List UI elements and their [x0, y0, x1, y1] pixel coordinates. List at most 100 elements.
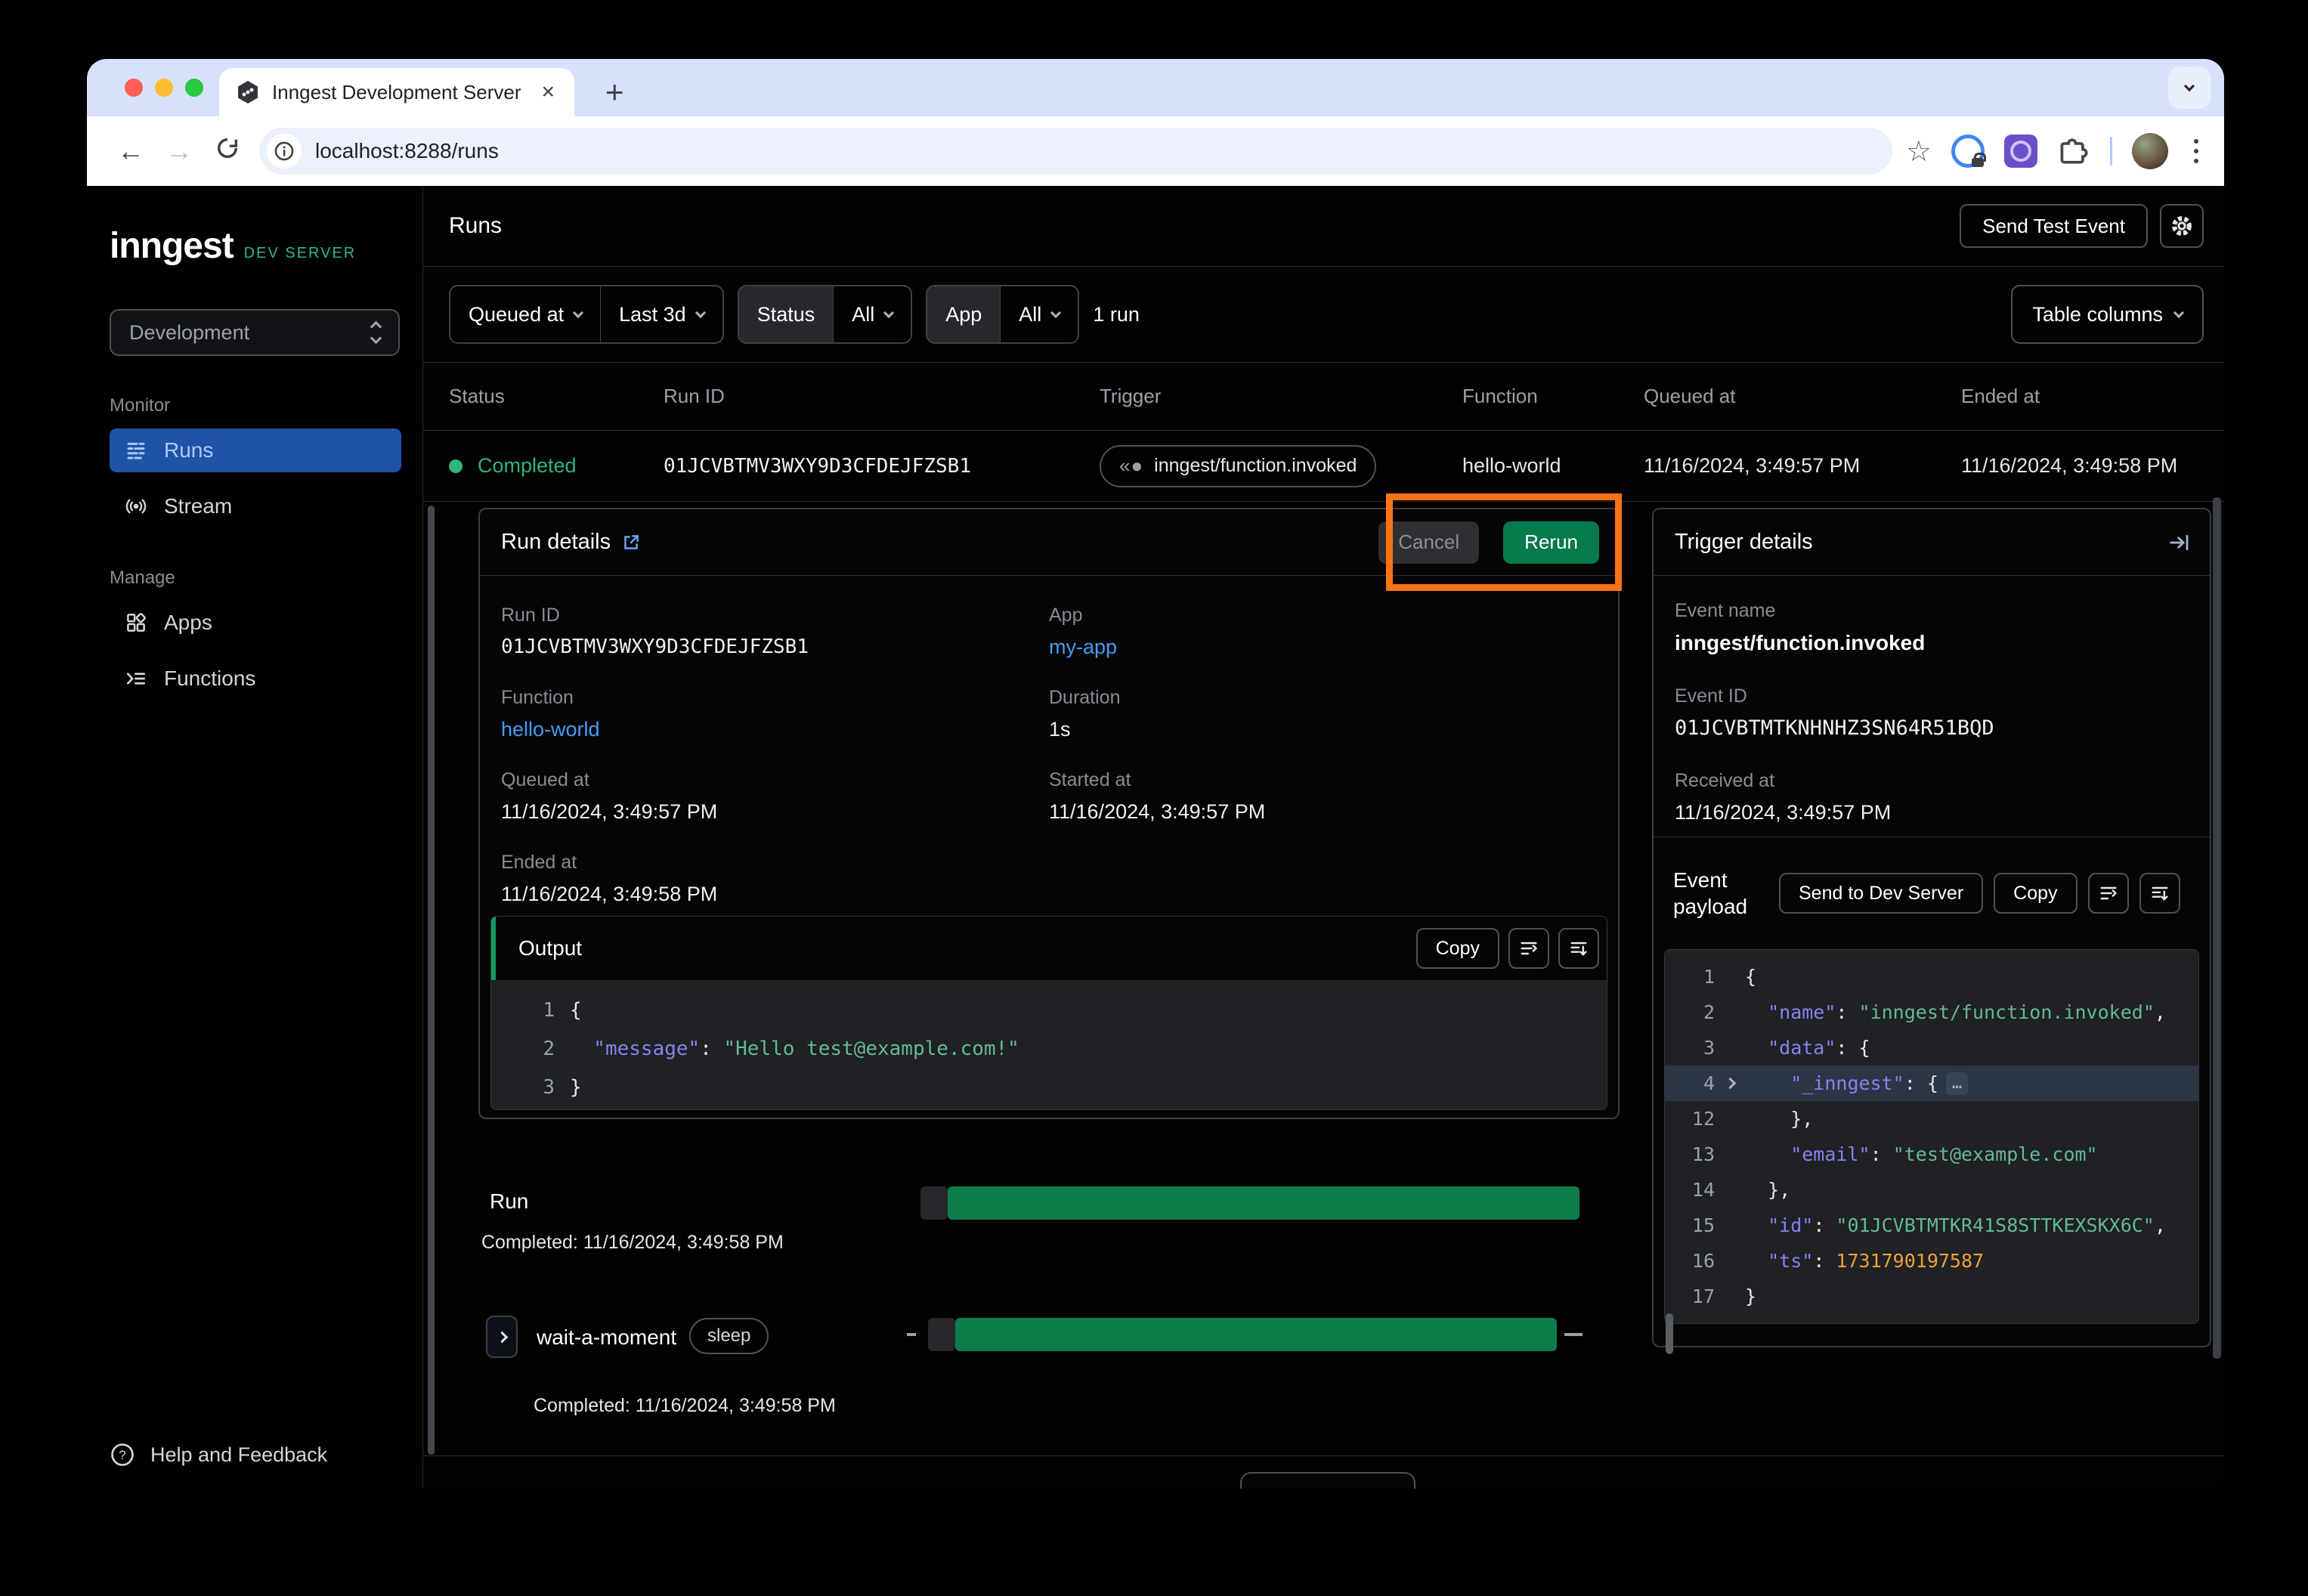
panel-scrollbar-thumb[interactable] [1666, 1313, 1673, 1354]
main-panel: Runs Send Test Event Queued at [423, 186, 2224, 1489]
table-columns-button[interactable]: Table columns [2011, 285, 2204, 344]
collapsed-code-line[interactable]: 4 "_inngest": {… [1665, 1066, 2198, 1101]
collapsed-ellipsis[interactable]: … [1946, 1072, 1968, 1095]
output-title: Output [518, 936, 1407, 960]
send-test-event-button[interactable]: Send Test Event [1960, 204, 2148, 248]
reload-icon [215, 135, 240, 161]
app-filter-dropdown[interactable]: All [1000, 286, 1078, 342]
select-chevrons-icon [372, 323, 380, 342]
run-bar[interactable] [948, 1186, 1579, 1220]
help-and-feedback[interactable]: ? Help and Feedback [110, 1442, 327, 1468]
time-range-dropdown[interactable]: Last 3d [600, 286, 722, 342]
partial-load-more-button[interactable] [1240, 1472, 1415, 1489]
external-link-icon[interactable] [621, 533, 641, 552]
time-field-value: Queued at [469, 303, 564, 326]
column-header-status[interactable]: Status [449, 385, 664, 408]
wrap-text-button[interactable] [1508, 928, 1549, 969]
time-field-dropdown[interactable]: Queued at [450, 286, 600, 342]
run-details-fields: Run ID 01JCVBTMV3WXY9D3CFDEJFZSB1 App my… [480, 576, 1618, 906]
app-link[interactable]: my-app [1049, 636, 1597, 659]
sidebar-item-functions[interactable]: Functions [110, 657, 401, 701]
table-row[interactable]: Completed 01JCVBTMV3WXY9D3CFDEJFZSB1 «● … [423, 431, 2224, 501]
code-line: 13 "email": "test@example.com" [1665, 1137, 2198, 1172]
timeline-run-label: Run [490, 1189, 528, 1214]
code-line: 16 "ts": 1731790197587 [1665, 1243, 2198, 1279]
code-line: 17 } [1665, 1279, 2198, 1314]
event-payload-header: Event payload Send to Dev Server Copy [1654, 837, 2210, 949]
step-bar-end-tick [1564, 1333, 1582, 1336]
copy-payload-button[interactable]: Copy [1994, 873, 2077, 914]
stream-icon [125, 495, 147, 518]
function-link[interactable]: hello-world [501, 718, 1049, 741]
step-type-badge: sleep [689, 1318, 769, 1354]
browser-toolbar: ← → localhost:8288/runs ☆ [87, 116, 2224, 186]
expand-chevron-icon[interactable] [1724, 1078, 1736, 1090]
reload-button[interactable] [203, 135, 252, 168]
column-header-trigger[interactable]: Trigger [1100, 385, 1462, 408]
scroll-down-icon [1568, 938, 1589, 959]
code-line: 2 "name": "inngest/function.invoked", [1665, 994, 2198, 1030]
column-header-function[interactable]: Function [1462, 385, 1644, 408]
collapse-panel-icon[interactable] [2168, 531, 2191, 554]
sidebar-item-stream[interactable]: Stream [110, 484, 401, 528]
tab-title: Inngest Development Server [272, 81, 526, 104]
send-to-dev-server-button[interactable]: Send to Dev Server [1779, 873, 1983, 914]
maximize-window-button[interactable] [185, 79, 203, 97]
trigger-badge[interactable]: «● inngest/function.invoked [1100, 445, 1376, 487]
field-ended-at: Ended at 11/16/2024, 3:49:58 PM [501, 852, 1049, 906]
browser-menu-button[interactable] [2188, 139, 2204, 163]
wrap-text-button[interactable] [2088, 873, 2129, 914]
column-header-ended-at[interactable]: Ended at [1961, 385, 2224, 408]
close-window-button[interactable] [125, 79, 143, 97]
code-line: 12 }, [1665, 1101, 2198, 1137]
step-bar[interactable] [955, 1318, 1557, 1351]
settings-button[interactable] [2160, 204, 2204, 248]
purple-extension-icon[interactable] [2004, 135, 2037, 168]
sidebar-item-runs[interactable]: Runs [110, 428, 401, 472]
run-count: 1 run [1093, 303, 1140, 326]
browser-tab[interactable]: Inngest Development Server × [219, 68, 574, 116]
dev-server-label: DEV SERVER [244, 245, 357, 262]
help-label: Help and Feedback [150, 1443, 327, 1467]
code-line: 1 { [1665, 959, 2198, 994]
back-button[interactable]: ← [107, 135, 155, 167]
scroll-down-icon [2149, 883, 2170, 904]
filter-bar: Queued at Last 3d Status All [423, 267, 2224, 362]
event-icon: «● [1119, 454, 1143, 478]
url-bar[interactable]: localhost:8288/runs [259, 128, 1892, 175]
extensions-puzzle-icon[interactable] [2057, 135, 2090, 168]
inngest-logo: inngest [110, 225, 234, 267]
apps-grid-icon [125, 611, 147, 634]
svg-text:?: ? [119, 1448, 125, 1462]
expand-step-button[interactable] [486, 1316, 518, 1358]
password-manager-extension-icon[interactable] [1951, 135, 1985, 168]
new-tab-button[interactable]: + [605, 70, 624, 115]
sidebar-item-apps[interactable]: Apps [110, 601, 401, 645]
column-header-queued-at[interactable]: Queued at [1644, 385, 1961, 408]
minimize-window-button[interactable] [155, 79, 173, 97]
tab-close-icon[interactable]: × [538, 79, 558, 105]
status-filter-dropdown[interactable]: All [833, 286, 911, 342]
page-scrollbar[interactable] [2213, 497, 2221, 1359]
tab-search-button[interactable] [2168, 66, 2211, 109]
app-content: inngest DEV SERVER Development Monitor R… [87, 186, 2224, 1489]
trigger-details-panel: Trigger details Event name inngest/funct… [1652, 508, 2211, 1347]
expand-output-button[interactable] [1558, 928, 1599, 969]
gear-icon [2170, 214, 2194, 238]
code-line: 15 "id": "01JCVBTMTKR41S8STTKEXSKX6C", [1665, 1208, 2198, 1243]
column-header-run-id[interactable]: Run ID [664, 385, 1100, 408]
content-scrollbar[interactable] [428, 506, 435, 1455]
expand-payload-button[interactable] [2139, 873, 2180, 914]
annotation-highlight-box [1386, 493, 1622, 591]
status-filter-value: All [852, 303, 874, 326]
forward-button[interactable]: → [155, 135, 203, 167]
profile-avatar[interactable] [2132, 133, 2168, 169]
environment-select[interactable]: Development [110, 309, 400, 356]
wrap-text-icon [1518, 938, 1539, 959]
bookmark-star-icon[interactable]: ☆ [1906, 135, 1932, 169]
step-bar-tick [907, 1333, 916, 1336]
site-info-button[interactable] [267, 134, 302, 169]
runs-list-icon [125, 439, 147, 462]
copy-output-button[interactable]: Copy [1416, 928, 1499, 969]
functions-icon [125, 667, 147, 690]
